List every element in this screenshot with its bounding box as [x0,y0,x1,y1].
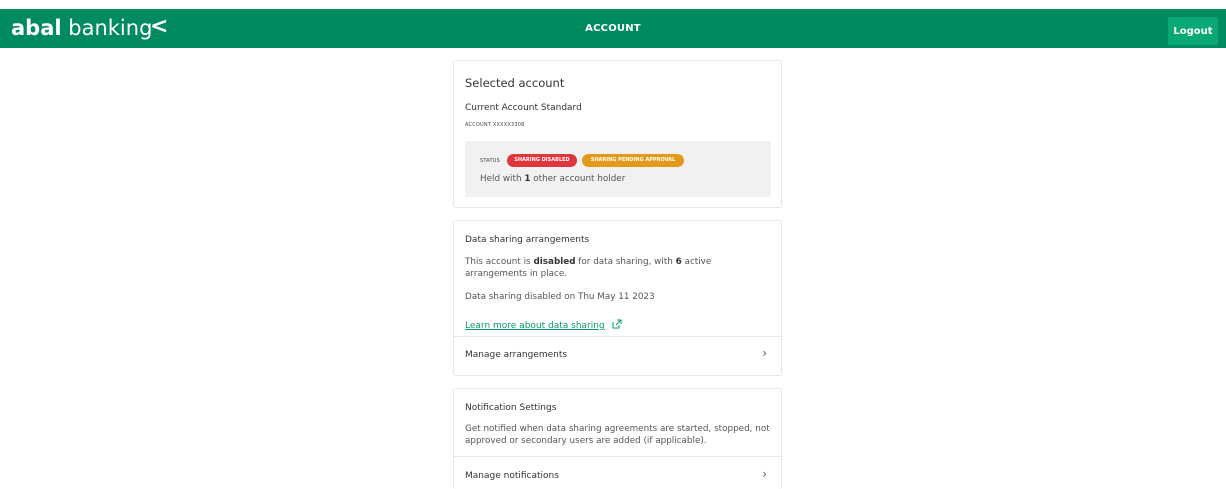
desc-prefix: This account is [465,257,534,267]
held-prefix: Held with [480,174,525,184]
page-title: ACCOUNT [585,23,641,34]
status-panel: STATUS SHARING DISABLED SHARING PENDING … [465,141,771,197]
desc-middle: for data sharing, with [575,257,676,267]
notification-settings-description: Get notified when data sharing agreement… [465,424,770,446]
account-number: ACCOUNT XXXXX3308 [465,122,525,128]
logout-button[interactable]: Logout [1168,17,1218,45]
chevron-right-icon: › [762,467,767,481]
manage-arrangements-label: Manage arrangements [465,350,568,360]
selected-account-heading: Selected account [465,76,565,90]
external-link-icon [612,319,622,329]
manage-notifications-label: Manage notifications [465,471,559,481]
badge-sharing-pending: SHARING PENDING APPROVAL [582,154,684,167]
badge-sharing-disabled: SHARING DISABLED [507,154,577,167]
disabled-on-text: Data sharing disabled on Thu May 11 2023 [465,292,655,302]
manage-notifications-row[interactable]: Manage notifications › [454,456,781,489]
data-sharing-heading: Data sharing arrangements [465,235,590,245]
account-name: Current Account Standard [465,103,582,113]
data-sharing-card: Data sharing arrangements This account i… [453,220,782,376]
manage-arrangements-row[interactable]: Manage arrangements › [454,336,781,375]
learn-more-row: Learn more about data sharing [465,313,622,332]
account-holders-text: Held with 1 other account holder [480,173,625,185]
notification-settings-heading: Notification Settings [465,403,557,413]
held-suffix: other account holder [530,174,626,184]
notification-settings-card: Notification Settings Get notified when … [453,388,782,489]
chevron-right-icon: › [762,346,767,360]
selected-account-card: Selected account Current Account Standar… [453,60,782,208]
status-label: STATUS [480,158,500,164]
desc-status: disabled [533,257,576,267]
top-bar: abal banking < ACCOUNT Logout [0,9,1226,48]
data-sharing-description: This account is disabled for data sharin… [465,256,773,280]
learn-more-link[interactable]: Learn more about data sharing [465,321,605,331]
